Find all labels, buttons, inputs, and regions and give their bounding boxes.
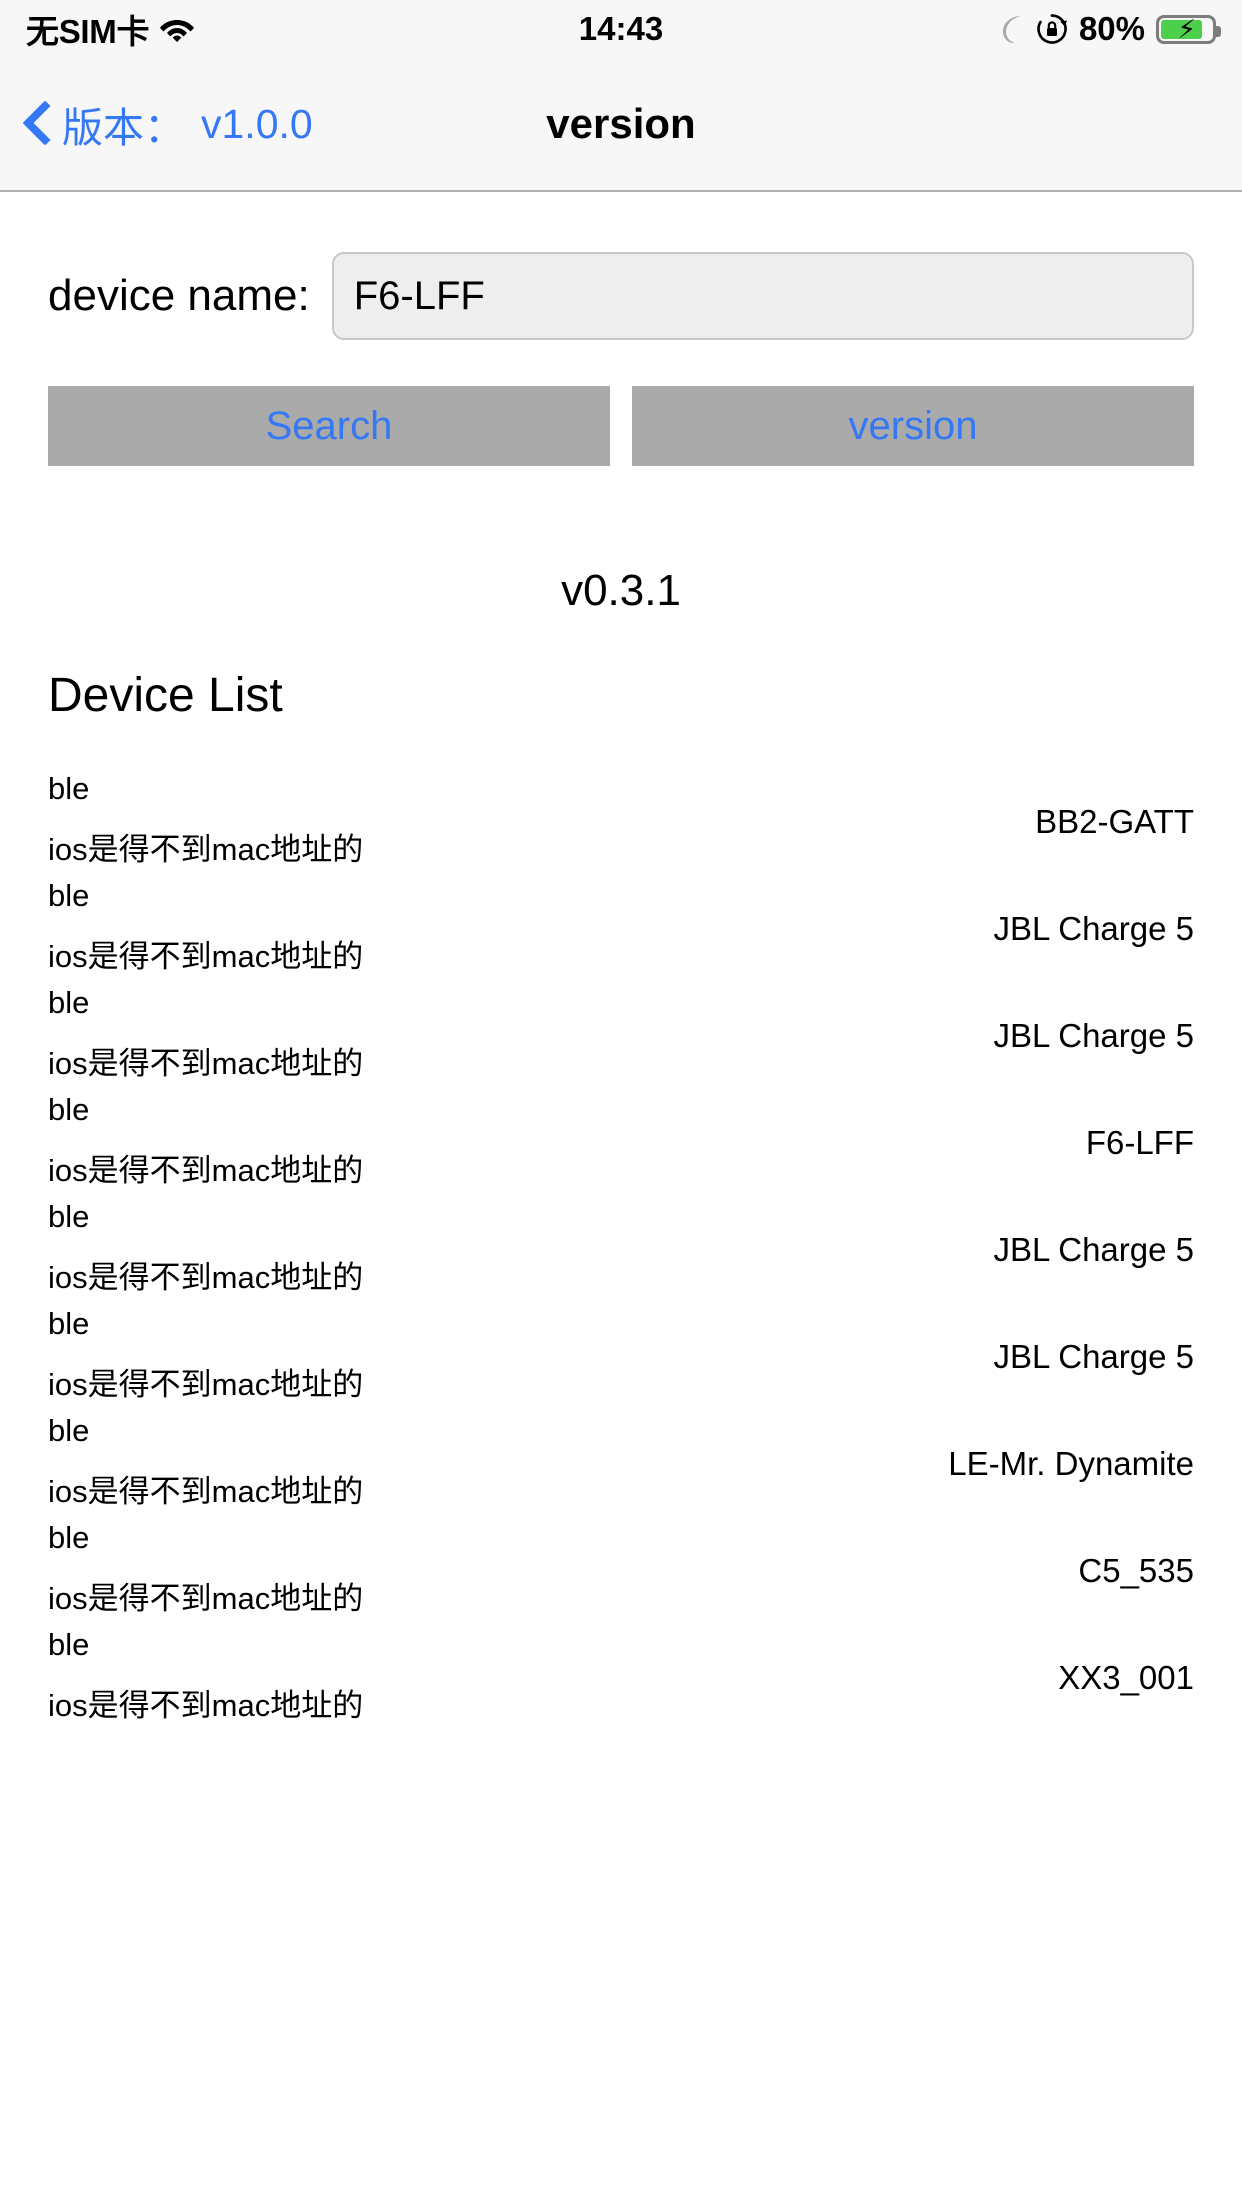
firmware-version-text: v0.3.1 bbox=[561, 566, 681, 615]
action-button-row: Search version bbox=[0, 386, 1242, 466]
moon-icon bbox=[997, 14, 1025, 44]
device-list-heading: Device List bbox=[48, 669, 283, 722]
device-name-value: JBL Charge 5 bbox=[993, 1231, 1194, 1268]
device-name-row: device name: bbox=[0, 252, 1242, 340]
device-type-label: ble bbox=[48, 1199, 90, 1234]
device-name-label: device name: bbox=[48, 271, 310, 320]
device-mac-note: ios是得不到mac地址的 bbox=[48, 1581, 364, 1616]
device-name-value: JBL Charge 5 bbox=[993, 1017, 1194, 1054]
device-meta: ble ios是得不到mac地址的 bbox=[48, 1298, 363, 1400]
device-meta: ble ios是得不到mac地址的 bbox=[48, 1191, 363, 1293]
device-list: ble ios是得不到mac地址的 BB2-GATT ble ios是得不到mac地址的… bbox=[0, 763, 1242, 1726]
device-name-value: BB2-GATT bbox=[1035, 803, 1194, 840]
device-list-item[interactable]: ble ios是得不到mac地址的 BB2-GATT bbox=[0, 763, 1242, 870]
device-mac-note: ios是得不到mac地址的 bbox=[48, 1046, 364, 1081]
device-mac-note: ios是得不到mac地址的 bbox=[48, 1688, 364, 1723]
device-name-value: JBL Charge 5 bbox=[993, 1338, 1194, 1375]
device-list-item[interactable]: ble ios是得不到mac地址的 JBL Charge 5 bbox=[0, 870, 1242, 977]
device-name-value: XX3_001 bbox=[1058, 1659, 1194, 1696]
device-name-value: F6-LFF bbox=[1085, 1124, 1194, 1161]
device-name-value: JBL Charge 5 bbox=[993, 910, 1194, 947]
device-mac-note: ios是得不到mac地址的 bbox=[48, 1474, 364, 1509]
device-meta: ble ios是得不到mac地址的 bbox=[48, 1084, 363, 1186]
main-content: device name: Search version v0.3.1 Devic… bbox=[0, 252, 1242, 1726]
device-name-value: C5_535 bbox=[1078, 1552, 1194, 1589]
device-list-item[interactable]: ble ios是得不到mac地址的 LE-Mr. Dynamite bbox=[0, 1405, 1242, 1512]
device-list-item[interactable]: ble ios是得不到mac地址的 JBL Charge 5 bbox=[0, 1191, 1242, 1298]
status-bar: 无SIM卡 14:43 80% ⚡ bbox=[0, 0, 1242, 58]
device-meta: ble ios是得不到mac地址的 bbox=[48, 1619, 363, 1721]
bolt-icon: ⚡ bbox=[1177, 14, 1196, 44]
version-button[interactable]: version bbox=[632, 386, 1194, 466]
device-mac-note: ios是得不到mac地址的 bbox=[48, 939, 364, 974]
device-list-item[interactable]: ble ios是得不到mac地址的 C5_535 bbox=[0, 1512, 1242, 1619]
device-meta: ble ios是得不到mac地址的 bbox=[48, 1405, 363, 1507]
status-bar-left: 无SIM卡 bbox=[26, 5, 195, 53]
device-mac-note: ios是得不到mac地址的 bbox=[48, 1260, 364, 1295]
device-meta: ble ios是得不到mac地址的 bbox=[48, 977, 363, 1079]
device-type-label: ble bbox=[48, 1092, 90, 1127]
page-title: version bbox=[546, 100, 696, 147]
rotation-lock-icon bbox=[1036, 13, 1068, 45]
device-name-input[interactable] bbox=[331, 252, 1194, 340]
device-type-label: ble bbox=[48, 1520, 90, 1555]
carrier-label: 无SIM卡 bbox=[26, 13, 150, 50]
nav-bar: 版本： v1.0.0 version bbox=[0, 58, 1242, 192]
device-mac-note: ios是得不到mac地址的 bbox=[48, 1153, 364, 1188]
device-mac-note: ios是得不到mac地址的 bbox=[48, 1367, 364, 1402]
device-type-label: ble bbox=[48, 985, 90, 1020]
device-mac-note: ios是得不到mac地址的 bbox=[48, 832, 364, 867]
device-type-label: ble bbox=[48, 1413, 90, 1448]
device-meta: ble ios是得不到mac地址的 bbox=[48, 763, 363, 865]
device-meta: ble ios是得不到mac地址的 bbox=[48, 1512, 363, 1614]
device-list-item[interactable]: ble ios是得不到mac地址的 XX3_001 bbox=[0, 1619, 1242, 1726]
device-list-item[interactable]: ble ios是得不到mac地址的 F6-LFF bbox=[0, 1084, 1242, 1191]
device-type-label: ble bbox=[48, 878, 90, 913]
device-meta: ble ios是得不到mac地址的 bbox=[48, 870, 363, 972]
battery-percent-label: 80% bbox=[1078, 10, 1145, 47]
search-button[interactable]: Search bbox=[48, 386, 610, 466]
wifi-icon bbox=[159, 16, 195, 42]
device-name-value: LE-Mr. Dynamite bbox=[948, 1445, 1194, 1482]
device-type-label: ble bbox=[48, 1627, 90, 1662]
battery-charging-icon: ⚡ bbox=[1156, 14, 1221, 44]
device-list-item[interactable]: ble ios是得不到mac地址的 JBL Charge 5 bbox=[0, 1298, 1242, 1405]
device-type-label: ble bbox=[48, 1306, 90, 1341]
device-list-item[interactable]: ble ios是得不到mac地址的 JBL Charge 5 bbox=[0, 977, 1242, 1084]
device-type-label: ble bbox=[48, 771, 90, 806]
status-bar-right: 80% ⚡ bbox=[997, 10, 1221, 48]
